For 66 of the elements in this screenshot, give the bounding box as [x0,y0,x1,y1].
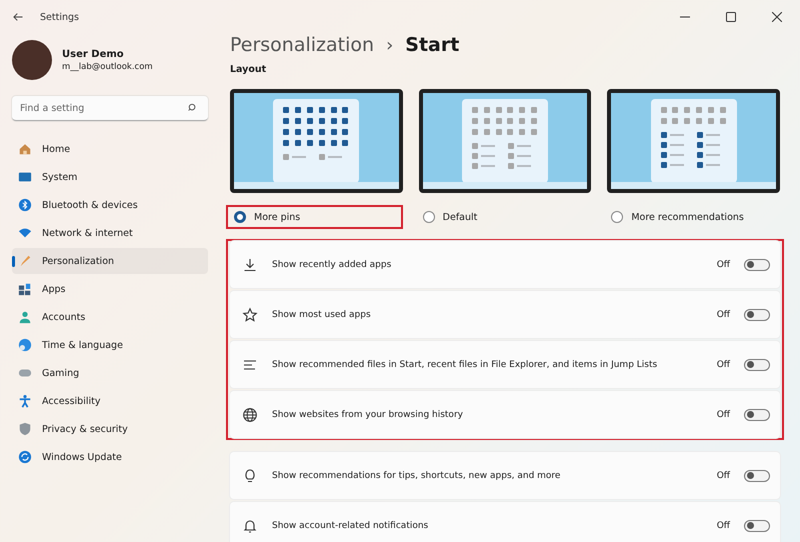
user-email: m__lab@outlook.com [62,62,153,72]
start-layout-preview[interactable] [418,89,592,193]
sidebar-item[interactable]: Windows Update [12,444,208,470]
toggle-state: Off [716,360,730,370]
radio-button[interactable] [422,211,435,223]
user-name: User Demo [62,48,125,60]
start-layout-preview[interactable] [607,89,780,193]
sidebar-item[interactable]: Bluetooth & devices [12,192,208,218]
globe-icon [242,406,258,422]
monitor-icon [18,170,32,184]
radio-button[interactable] [234,211,246,223]
accessibility-icon [18,394,32,408]
person-icon [18,310,32,324]
sidebar-item[interactable]: Time & language [12,332,208,358]
wifi-icon [18,226,32,240]
setting-label: Show most used apps [272,310,372,320]
update-icon [18,450,32,464]
window-title: Settings [40,12,79,22]
toggle-switch[interactable] [744,358,770,370]
shield-icon [18,422,32,436]
toggle-state: Off [716,410,730,420]
maximize-icon [726,12,736,22]
radio-label: More recommendations [631,212,744,222]
sidebar-item[interactable]: Privacy & security [12,416,208,442]
sidebar-item[interactable]: Home [12,136,208,162]
setting-label: Show websites from your browsing history [272,410,464,420]
toggle-switch[interactable] [744,408,770,420]
toggle-state: Off [716,310,730,320]
sidebar-item[interactable]: Network & internet [12,220,208,246]
setting-label: Show recommendations for tips, shortcuts, new apps, and more [272,470,562,480]
avatar [12,40,52,80]
download-icon [242,256,258,272]
toggle-switch[interactable] [744,470,770,482]
sidebar-item[interactable]: Personalization [12,248,208,274]
toggle-state: Off [716,520,730,530]
search-icon [188,103,198,113]
start-layout-preview[interactable] [230,89,403,193]
close-icon [772,12,782,22]
breadcrumb-link[interactable]: Personalization [230,34,374,56]
toggle-state: Off [716,260,730,270]
apps-icon [18,282,32,296]
sidebar-item[interactable]: Accounts [12,304,208,330]
house-icon [18,142,32,156]
sidebar-item[interactable]: System [12,164,208,190]
back-arrow-icon [12,11,24,23]
setting-label: Show account-related notifications [272,520,430,530]
section-heading: Layout [230,64,268,75]
toggle-switch[interactable] [744,308,770,320]
page-title: Start [405,34,460,56]
toggle-state: Off [716,470,730,480]
setting-label: Show recommended files in Start, recent files in File Explorer, and items in Jump Lists [272,360,658,370]
toggle-switch[interactable] [744,258,770,270]
breadcrumb-separator: › [386,34,394,56]
search-field[interactable]: Find a setting [12,96,208,121]
bell-icon [242,518,258,534]
toggle-switch[interactable] [744,520,770,532]
bluetooth-icon [18,198,32,212]
sidebar-item[interactable]: Apps [12,276,208,302]
radio-button[interactable] [611,211,624,223]
radio-label: Default [442,212,478,222]
sidebar-item[interactable]: Accessibility [12,388,208,414]
star-icon [242,306,258,322]
brush-icon [18,254,32,268]
radio-label: More pins [254,212,300,222]
sidebar-item[interactable]: Gaming [12,360,208,386]
setting-label: Show recently added apps [272,260,392,270]
